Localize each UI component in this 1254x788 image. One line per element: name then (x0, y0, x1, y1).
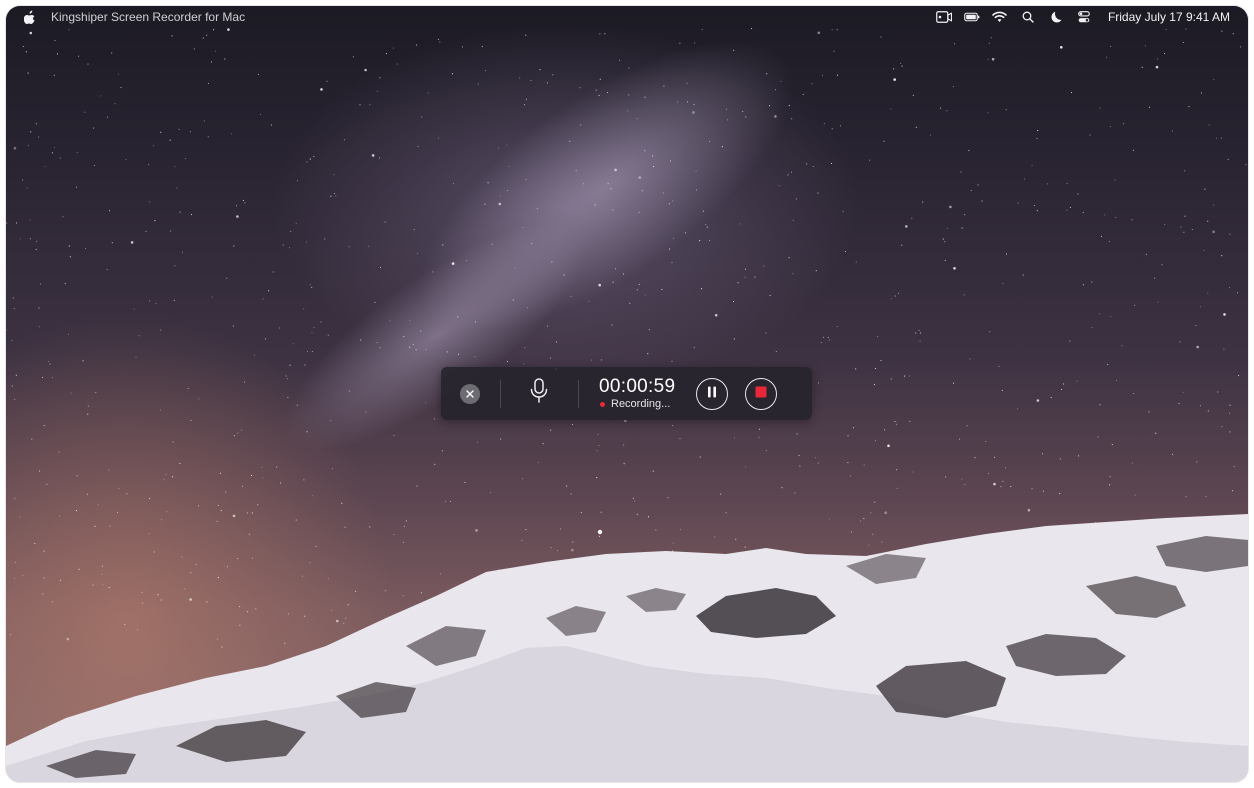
screen-record-icon[interactable] (936, 10, 952, 24)
control-center-icon[interactable] (1076, 10, 1092, 24)
desktop-screen: Kingshiper Screen Recorder for Mac Frida… (6, 6, 1248, 782)
recording-status: Recording... (599, 398, 675, 410)
wifi-icon[interactable] (992, 10, 1008, 24)
stop-button[interactable] (745, 377, 778, 410)
recording-timer: 00:00:59 (599, 376, 676, 397)
moon-icon[interactable] (1048, 10, 1064, 24)
recording-dot (600, 401, 605, 407)
timer-block: 00:00:59 Recording... (599, 376, 676, 411)
pause-button[interactable] (696, 377, 729, 410)
status-icons: Friday July 17 9:41 AM (924, 10, 1230, 24)
toolbar-divider (500, 379, 501, 408)
menubar-clock[interactable]: Friday July 17 9:41 AM (1108, 10, 1230, 24)
search-icon[interactable] (1020, 10, 1036, 24)
toolbar-divider (578, 379, 579, 408)
battery-icon[interactable] (964, 10, 980, 24)
app-title[interactable]: Kingshiper Screen Recorder for Mac (51, 10, 245, 24)
pause-icon (707, 385, 717, 403)
close-icon (466, 385, 474, 403)
apple-icon[interactable] (23, 10, 36, 24)
recording-toolbar: 00:00:59 Recording... (441, 367, 812, 420)
microphone-icon (529, 378, 549, 409)
close-button[interactable] (460, 383, 480, 404)
stop-icon (755, 385, 767, 403)
microphone-button[interactable] (519, 374, 559, 414)
recording-status-text: Recording... (611, 398, 671, 410)
menu-bar: Kingshiper Screen Recorder for Mac Frida… (6, 6, 1248, 28)
